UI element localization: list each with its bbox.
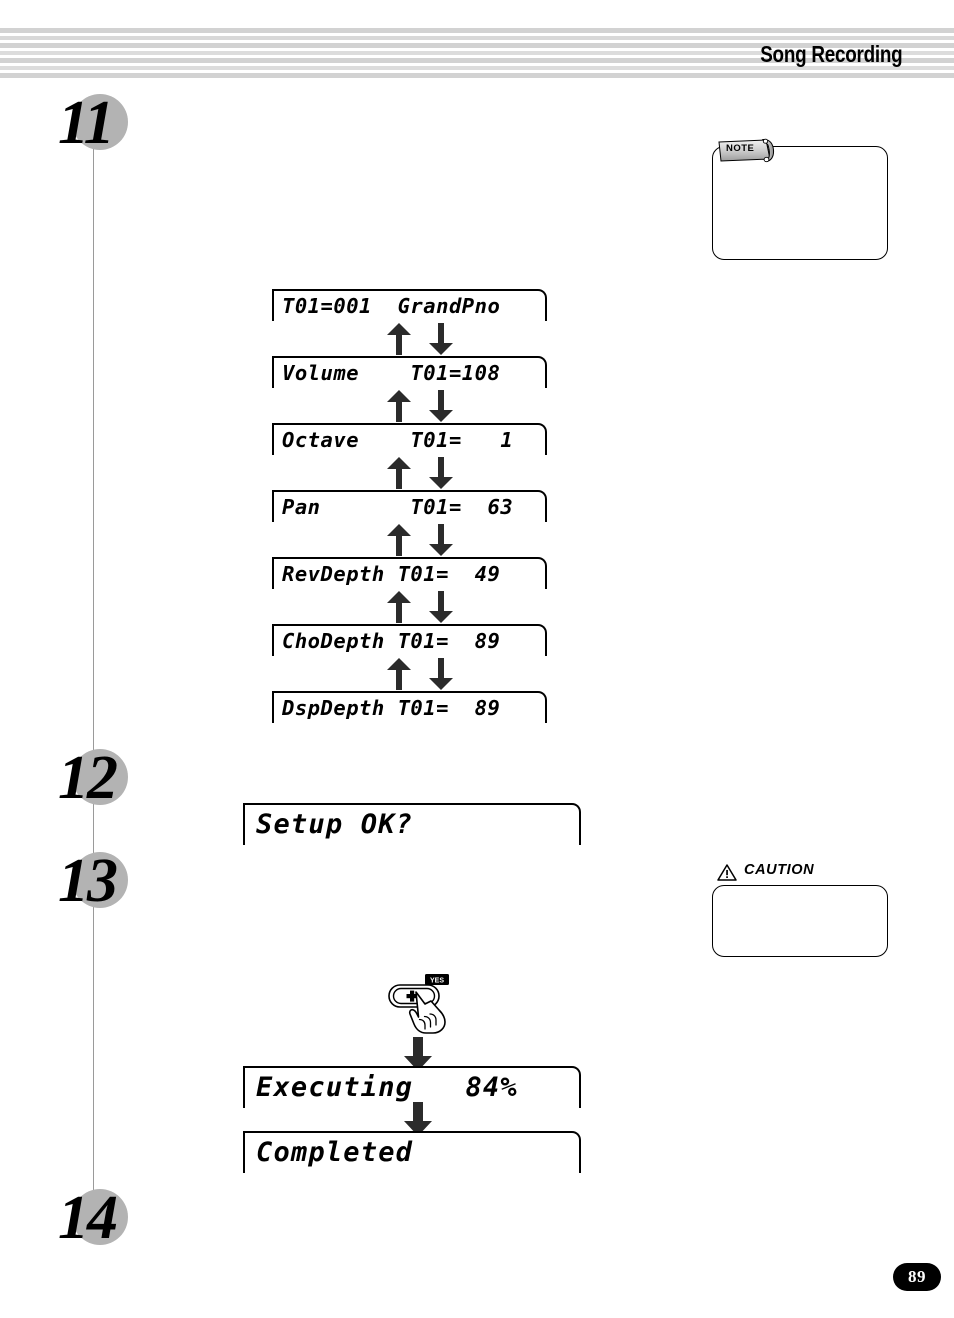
arrow-up-icon xyxy=(387,390,411,422)
header-stripe xyxy=(0,73,954,78)
lcd-text: DspDepth T01= 89 xyxy=(282,696,501,720)
step-number-12: 12 xyxy=(55,735,165,821)
lcd-text: T01=001 GrandPno xyxy=(282,294,501,318)
arrow-pair-up-down xyxy=(378,389,468,423)
yes-label-tab: YES xyxy=(425,974,449,985)
arrow-down-icon xyxy=(429,591,453,623)
step-number-13: 13 xyxy=(55,838,165,924)
step-number-label: 12 xyxy=(58,744,118,812)
step-sequence-rail xyxy=(93,140,94,1225)
caution-callout-header: CAUTION xyxy=(716,862,896,882)
arrow-pair-up-down xyxy=(378,657,468,691)
header-stripe xyxy=(0,36,954,40)
arrow-up-icon xyxy=(387,591,411,623)
yes-button-illustration[interactable]: YES xyxy=(385,973,485,1035)
lcd-display-octave: Octave T01= 1 xyxy=(272,423,547,455)
arrow-down-icon xyxy=(429,658,453,690)
arrow-pair-up-down xyxy=(378,590,468,624)
step-number-11: 11 xyxy=(55,80,165,166)
lcd-text: RevDepth T01= 49 xyxy=(282,562,501,586)
arrow-pair-up-down xyxy=(378,456,468,490)
svg-text:YES: YES xyxy=(430,978,444,985)
lcd-text: Completed xyxy=(256,1137,414,1168)
lcd-text: Pan T01= 63 xyxy=(282,495,514,519)
lcd-display-pan: Pan T01= 63 xyxy=(272,490,547,522)
arrow-pair-up-down xyxy=(378,523,468,557)
lcd-display-chodepth: ChoDepth T01= 89 xyxy=(272,624,547,656)
step-number-label: 13 xyxy=(58,847,118,915)
step-number-label: 14 xyxy=(58,1184,118,1252)
arrow-pair-up-down xyxy=(378,322,468,356)
arrow-down-icon xyxy=(429,457,453,489)
note-tag-icon: NOTE xyxy=(718,138,784,164)
page-header-band: Song Recording xyxy=(0,0,954,84)
arrow-down-icon xyxy=(429,524,453,556)
caution-callout-box xyxy=(712,885,888,957)
arrow-up-icon xyxy=(387,457,411,489)
lcd-display-setup-ok: Setup OK? xyxy=(243,803,581,845)
arrow-up-icon xyxy=(387,323,411,355)
page-number-badge: 89 xyxy=(893,1263,941,1291)
arrow-down-icon xyxy=(429,323,453,355)
note-label: NOTE xyxy=(726,143,755,154)
step-number-label: 11 xyxy=(58,89,115,157)
step-number-14: 14 xyxy=(55,1175,165,1261)
lcd-display-volume: Volume T01=108 xyxy=(272,356,547,388)
lcd-text: Volume T01=108 xyxy=(282,361,501,385)
lcd-display-revdepth: RevDepth T01= 49 xyxy=(272,557,547,589)
warning-triangle-icon xyxy=(717,864,737,881)
header-stripe xyxy=(0,28,954,33)
arrow-down-icon xyxy=(429,390,453,422)
lcd-display-voice: T01=001 GrandPno xyxy=(272,289,547,321)
lcd-text: Octave T01= 1 xyxy=(282,428,514,452)
caution-label: CAUTION xyxy=(744,862,815,878)
lcd-text: ChoDepth T01= 89 xyxy=(282,629,501,653)
arrow-up-icon xyxy=(387,524,411,556)
arrow-up-icon xyxy=(387,658,411,690)
lcd-text: Setup OK? xyxy=(256,809,414,840)
lcd-display-dspdepth: DspDepth T01= 89 xyxy=(272,691,547,723)
lcd-display-completed: Completed xyxy=(243,1131,581,1173)
page-title: Song Recording xyxy=(759,41,902,67)
